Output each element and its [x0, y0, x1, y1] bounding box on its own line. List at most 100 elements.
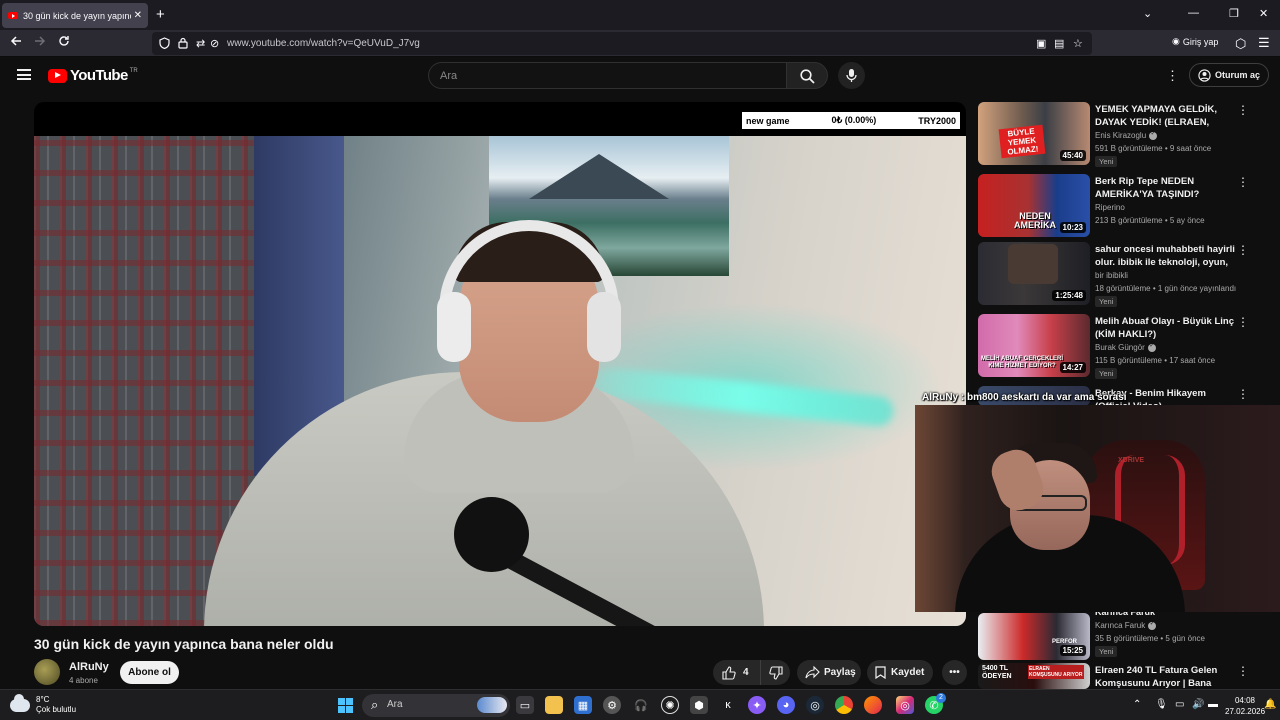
recommendation-channel[interactable]: Burak Güngör: [1095, 342, 1156, 352]
extensions-icon[interactable]: ⬡: [1235, 36, 1246, 52]
back-button[interactable]: [10, 35, 22, 50]
browser-signin-button[interactable]: ◉ Giriş yap: [1172, 36, 1218, 47]
microsoft-store-icon[interactable]: ▦: [574, 696, 592, 714]
discord-icon[interactable]: ◕: [777, 696, 795, 714]
firefox-icon[interactable]: [864, 696, 882, 714]
more-vertical-icon[interactable]: ⋮: [1237, 664, 1249, 678]
recommendation-thumbnail[interactable]: MELİH ABUAF GERÇEKLERİ KİME HİZMET EDİYO…: [978, 314, 1090, 377]
youtube-logo[interactable]: YouTube TR: [48, 67, 138, 84]
kick-app-icon[interactable]: ᴋ: [719, 696, 737, 714]
recommendation-channel[interactable]: Riperino: [1095, 203, 1125, 212]
recommendation-title[interactable]: sahur oncesi muhabbeti hayirli olur. ibi…: [1095, 243, 1235, 269]
shield-icon[interactable]: [159, 37, 170, 52]
app-menu-icon[interactable]: ☰: [1258, 35, 1270, 51]
recommendation-item[interactable]: BÜYLE YEMEK OLMAZ! 45:40 YEMEK YAPMAYA G…: [978, 102, 1258, 168]
purple-app-icon[interactable]: ✦: [748, 696, 766, 714]
close-window-button[interactable]: ✕: [1259, 7, 1268, 20]
recommendation-meta: 213 B görüntüleme • 5 ay önce: [1095, 216, 1205, 225]
chrome-icon[interactable]: [835, 696, 853, 714]
voice-search-button[interactable]: [838, 62, 865, 89]
battery-icon[interactable]: ▬: [1208, 699, 1218, 710]
recommendation-channel[interactable]: Enis Kirazoglu: [1095, 130, 1158, 140]
settings-gear-icon[interactable]: ⚙: [603, 696, 621, 714]
network-icon[interactable]: ▭: [1175, 699, 1184, 710]
recommendation-channel[interactable]: Karınca Faruk: [1095, 620, 1157, 630]
search-button[interactable]: [786, 62, 828, 89]
recommendation-item[interactable]: 1:25:48 sahur oncesi muhabbeti hayirli o…: [978, 242, 1258, 308]
youtube-signin-button[interactable]: Oturum aç: [1189, 63, 1269, 87]
url-text[interactable]: www.youtube.com/watch?v=QeUVuD_J7vg: [227, 38, 420, 49]
recommendation-thumbnail[interactable]: BÜYLE YEMEK OLMAZ! 45:40: [978, 102, 1090, 165]
tray-chevron-up-icon[interactable]: ⌃: [1133, 699, 1141, 710]
weather-widget[interactable]: 8°C Çok bulutlu: [10, 694, 76, 715]
recommendation-item[interactable]: PERFOR 15:25 Karınca Faruk Karınca Faruk…: [978, 605, 1258, 671]
recommendation-channel[interactable]: bir ibibikli: [1095, 271, 1128, 280]
recommendation-title[interactable]: YEMEK YAPMAYA GELDİK, DAYAK YEDİK! (ELRA…: [1095, 103, 1235, 129]
channel-name[interactable]: AlRuNy: [69, 661, 109, 673]
more-actions-button[interactable]: •••: [942, 660, 967, 685]
tracking-protection-icon[interactable]: ⊘: [210, 37, 219, 50]
recommendation-thumbnail[interactable]: PERFOR 15:25: [978, 613, 1090, 660]
tab-list-chevron-icon[interactable]: ⌄: [1143, 7, 1152, 20]
search-input[interactable]: Ara: [428, 62, 786, 89]
file-explorer-icon[interactable]: [545, 696, 563, 714]
tab-close-icon[interactable]: ✕: [134, 10, 142, 21]
video-title: 30 gün kick de yayın yapınca bana neler …: [34, 636, 334, 652]
task-view-icon[interactable]: ▭: [516, 696, 534, 714]
save-button[interactable]: Kaydet: [867, 660, 933, 685]
like-button[interactable]: 4: [713, 660, 760, 685]
tray-microphone-icon[interactable]: 🎙: [1155, 699, 1168, 710]
lock-icon[interactable]: [178, 37, 188, 52]
windows-start-icon[interactable]: [338, 698, 353, 713]
restore-button[interactable]: ❐: [1229, 7, 1239, 20]
reload-button[interactable]: [58, 35, 70, 50]
recommendation-item[interactable]: NEDEN AMERİKA 10:23 Berk Rip Tepe NEDEN …: [978, 174, 1258, 240]
steam-icon[interactable]: ◎: [806, 696, 824, 714]
subscribe-button[interactable]: Abone ol: [120, 661, 179, 684]
settings-more-vertical-icon[interactable]: ⋮: [1166, 68, 1179, 84]
youtube-wordmark: YouTube: [70, 67, 128, 84]
more-vertical-icon[interactable]: ⋮: [1237, 243, 1249, 257]
new-badge: Yeni: [1095, 296, 1118, 307]
more-vertical-icon[interactable]: ⋮: [1237, 387, 1249, 401]
recommendation-thumbnail[interactable]: NEDEN AMERİKA 10:23: [978, 174, 1090, 237]
overlay-balance: 0₺ (0.00%): [831, 115, 877, 125]
new-badge: Yeni: [1095, 368, 1118, 379]
reader-view-icon[interactable]: ▤: [1054, 37, 1064, 50]
recommendation-item[interactable]: 5400 TL ÖDEYEN ELRAEN KOMŞUSUNU ARIYOR E…: [978, 663, 1258, 689]
new-tab-button[interactable]: +: [156, 6, 165, 23]
more-vertical-icon[interactable]: ⋮: [1237, 175, 1249, 189]
thumbs-down-icon: [768, 665, 783, 680]
forward-button[interactable]: [34, 35, 46, 50]
webcam-overlay[interactable]: XDRIVE: [915, 405, 1280, 612]
recommendation-thumbnail[interactable]: 5400 TL ÖDEYEN ELRAEN KOMŞUSUNU ARIYOR: [978, 663, 1090, 689]
channel-avatar[interactable]: [34, 659, 60, 685]
notifications-bell-icon[interactable]: 🔔: [1264, 699, 1276, 710]
dislike-button[interactable]: [760, 660, 790, 685]
minimize-button[interactable]: —: [1188, 7, 1199, 19]
search-highlight-icon[interactable]: [477, 697, 507, 713]
share-button[interactable]: Paylaş: [797, 660, 861, 685]
browser-signin-label: Giriş yap: [1182, 36, 1219, 47]
recommendation-title[interactable]: Melih Abuaf Olayı - Büyük Linç (KİM HAKL…: [1095, 315, 1235, 341]
recommendation-title[interactable]: Elraen 240 TL Fatura Gelen Komşusunu Arı…: [1095, 664, 1235, 689]
chatgpt-icon[interactable]: ✺: [661, 696, 679, 714]
system-clock[interactable]: 04:08 27.02.2026: [1225, 695, 1265, 717]
volume-icon[interactable]: 🔊: [1192, 699, 1204, 710]
recommendation-thumbnail[interactable]: 1:25:48: [978, 242, 1090, 305]
hamburger-icon[interactable]: [17, 69, 31, 80]
recommendation-title[interactable]: Berk Rip Tepe NEDEN AMERİKA'YA TAŞINDI?: [1095, 175, 1235, 201]
more-vertical-icon[interactable]: ⋮: [1237, 103, 1249, 117]
app-cube-icon[interactable]: ⬢: [690, 696, 708, 714]
address-bar[interactable]: ⇄ ⊘ www.youtube.com/watch?v=QeUVuD_J7vg …: [152, 32, 1092, 55]
picture-in-picture-icon[interactable]: ▣: [1036, 37, 1046, 50]
browser-tab-active[interactable]: 30 gün kick de yayın yapınca b… ✕: [2, 3, 148, 28]
bookmark-star-icon[interactable]: ☆: [1073, 37, 1083, 50]
windows-taskbar: 8°C Çok bulutlu Ara ▭ ▦ ⚙ 🎧 ✺ ⬢ ᴋ ✦ ◕ ◎ …: [0, 689, 1280, 720]
video-player[interactable]: new game 0₺ (0.00%) TRY2000: [34, 102, 966, 626]
instagram-icon[interactable]: ◎: [896, 696, 914, 714]
permissions-icon[interactable]: ⇄: [196, 37, 205, 50]
more-vertical-icon[interactable]: ⋮: [1237, 315, 1249, 329]
recommendation-item[interactable]: MELİH ABUAF GERÇEKLERİ KİME HİZMET EDİYO…: [978, 314, 1258, 380]
headset-app-icon[interactable]: 🎧: [632, 696, 650, 714]
